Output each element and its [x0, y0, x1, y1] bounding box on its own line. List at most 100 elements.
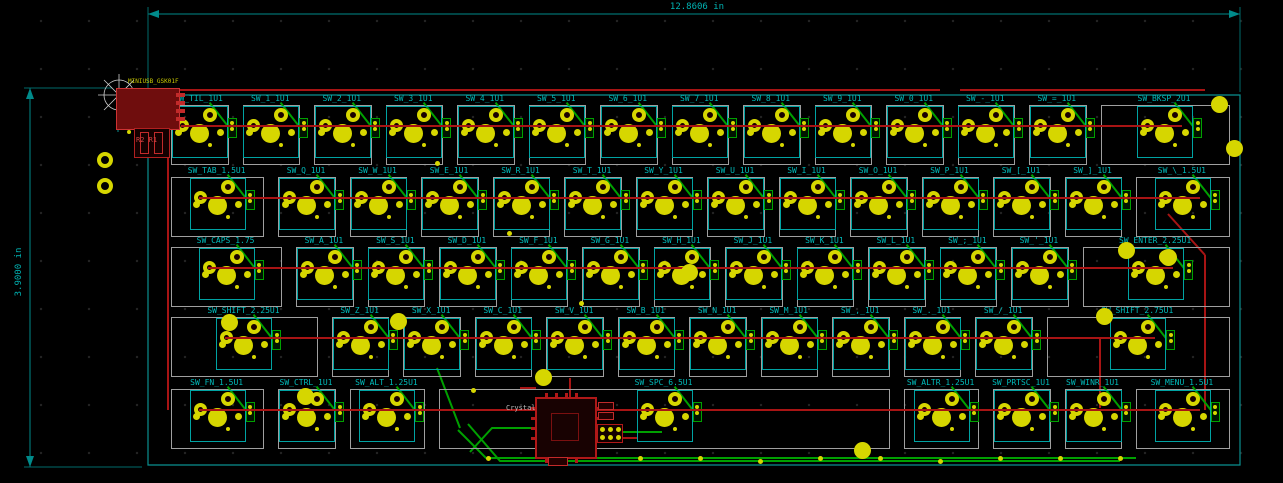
key-SW_F_1U1[interactable]: SW_F_1U1 — [503, 236, 575, 312]
switch-stab-pad — [362, 413, 369, 420]
switch-footprint — [1066, 178, 1122, 230]
key-SW_T_1U1[interactable]: SW_T_1U1 — [556, 166, 628, 242]
key-SW_ALT_1.25U1[interactable]: SW_ALT_1.25U1 — [342, 378, 431, 454]
switch-pin-pad — [721, 320, 735, 334]
key-SW_Q_1U1[interactable]: SW_Q_1U1 — [270, 166, 342, 242]
key-SW_5_1U1[interactable]: SW_5_1U1 — [521, 94, 593, 170]
key-SW_R_1U1[interactable]: SW_R_1U1 — [485, 166, 557, 242]
switch-pin-pad — [507, 320, 521, 334]
key-SW_Y_1U1[interactable]: SW_Y_1U1 — [628, 166, 700, 242]
switch-label: SW_SHIFT_2.75U1 — [1039, 306, 1236, 316]
key-SW_PRTSC_1U1[interactable]: SW_PRTSC_1U1 — [985, 378, 1057, 454]
switch-footprint — [958, 106, 1014, 158]
switch-stab-pad — [890, 129, 897, 136]
key-SW_SHIFT_2.75U1[interactable]: SW_SHIFT_2.75U1 — [1039, 306, 1236, 382]
mcu-footprint[interactable] — [535, 397, 597, 459]
key-SW_G_1U1[interactable]: SW_G_1U1 — [574, 236, 646, 312]
switch-pin-pad — [1168, 108, 1182, 122]
mounting-hole — [297, 388, 314, 405]
usb-connector-footprint[interactable] — [116, 88, 180, 130]
switch-stab-pad — [908, 341, 915, 348]
key-SW_C_1U1[interactable]: SW_C_1U1 — [467, 306, 539, 382]
key-SW_=_1U1[interactable]: SW_=_1U1 — [1021, 94, 1093, 170]
switch-stab-pad — [1033, 129, 1040, 136]
key-SW_A_1U1[interactable]: SW_A_1U1 — [288, 236, 360, 312]
switch-pin-pad — [1141, 320, 1155, 334]
switch-stab-pad — [396, 201, 403, 208]
key-SW_/_1U1[interactable]: SW_/_1U1 — [967, 306, 1039, 382]
key-SW_O_1U1[interactable]: SW_O_1U1 — [842, 166, 914, 242]
key-SW_TAB_1.5U1[interactable]: SW_TAB_1.5U1 — [163, 166, 270, 242]
key-SW_MENU_1.5U1[interactable]: SW_MENU_1.5U1 — [1128, 378, 1235, 454]
key-SW_-_1U1[interactable]: SW_-_1U1 — [950, 94, 1022, 170]
switch-footprint — [199, 248, 255, 300]
switch-label: SW_[_1U1 — [985, 166, 1057, 176]
switch-via — [726, 355, 730, 359]
key-SW_SPC_6.5U1[interactable]: SW_SPC_6.5U1 — [431, 378, 896, 454]
key-SW_]_1U1[interactable]: SW_]_1U1 — [1057, 166, 1129, 242]
key-SW_Z_1U1[interactable]: SW_Z_1U1 — [324, 306, 396, 382]
key-SW_S_1U1[interactable]: SW_S_1U1 — [360, 236, 432, 312]
switch-via — [1030, 427, 1034, 431]
key-SW_E_1U1[interactable]: SW_E_1U1 — [413, 166, 485, 242]
mounting-hole — [221, 314, 238, 331]
key-SW_._1U1[interactable]: SW_._1U1 — [896, 306, 968, 382]
key-SW_;_1U1[interactable]: SW_;_1U1 — [932, 236, 1004, 312]
switch-label: SW_O_1U1 — [842, 166, 914, 176]
pcb-editor-canvas[interactable]: 12.8606 in 3.9000 in — [0, 0, 1283, 483]
key-SW_9_1U1[interactable]: SW_9_1U1 — [807, 94, 879, 170]
key-SW_M_1U1[interactable]: SW_M_1U1 — [753, 306, 825, 382]
key-SW_K_1U1[interactable]: SW_K_1U1 — [789, 236, 861, 312]
key-SW_P_1U1[interactable]: SW_P_1U1 — [914, 166, 986, 242]
key-SW_D_1U1[interactable]: SW_D_1U1 — [431, 236, 503, 312]
switch-label: SW_4_1U1 — [449, 94, 521, 104]
key-SW_8_1U1[interactable]: SW_8_1U1 — [735, 94, 807, 170]
switch-stab-pad — [443, 271, 450, 278]
switch-label: SW_MENU_1.5U1 — [1128, 378, 1235, 388]
key-SW_2_1U1[interactable]: SW_2_1U1 — [306, 94, 378, 170]
switch-pin-pad — [1025, 392, 1039, 406]
key-SW_ALTR_1.25U1[interactable]: SW_ALTR_1.25U1 — [896, 378, 985, 454]
key-SW_7_1U1[interactable]: SW_7_1U1 — [664, 94, 736, 170]
switch-footprint — [869, 248, 925, 300]
key-SW_[_1U1[interactable]: SW_[_1U1 — [985, 166, 1057, 242]
key-SW_SHIFT_2.25U1[interactable]: SW_SHIFT_2.25U1 — [163, 306, 324, 382]
key-SW_I_1U1[interactable]: SW_I_1U1 — [771, 166, 843, 242]
key-SW_1_1U1[interactable]: SW_1_1U1 — [235, 94, 307, 170]
switch-stab-pad — [485, 271, 492, 278]
switch-stab-pad — [202, 271, 209, 278]
key-SW_U_1U1[interactable]: SW_U_1U1 — [699, 166, 771, 242]
mcu-area-label: Crystal — [506, 404, 536, 412]
key-SW_J_1U1[interactable]: SW_J_1U1 — [717, 236, 789, 312]
switch-stab-pad — [1155, 341, 1162, 348]
key-SW_L_1U1[interactable]: SW_L_1U1 — [860, 236, 932, 312]
switch-pin-pad — [1097, 180, 1111, 194]
key-SW_CAPS_1.75[interactable]: SW_CAPS_1.75 — [163, 236, 288, 312]
key-SW_FN_1.5U1[interactable]: SW_FN_1.5U1 — [163, 378, 270, 454]
key-SW_'_1U1[interactable]: SW_'_1U1 — [1003, 236, 1075, 312]
switch-pin-pad — [542, 250, 556, 264]
pin-header-footprint[interactable] — [597, 424, 623, 443]
switch-via — [1066, 143, 1070, 147]
switch-stab-pad — [360, 129, 367, 136]
key-SW_6_1U1[interactable]: SW_6_1U1 — [592, 94, 664, 170]
switch-pin-pad — [274, 108, 288, 122]
switch-footprint — [690, 318, 746, 370]
key-SW_4_1U1[interactable]: SW_4_1U1 — [449, 94, 521, 170]
key-SW_,_1U1[interactable]: SW_,_1U1 — [824, 306, 896, 382]
key-SW_WINR_1U1[interactable]: SW_WINR_1U1 — [1057, 378, 1129, 454]
switch-stab-pad — [532, 129, 539, 136]
switch-footprint — [440, 248, 496, 300]
key-SW_B_1U1[interactable]: SW_B_1U1 — [610, 306, 682, 382]
switch-footprint — [1030, 106, 1086, 158]
switch-via — [333, 285, 337, 289]
key-SW_W_1U1[interactable]: SW_W_1U1 — [342, 166, 414, 242]
key-SW_N_1U1[interactable]: SW_N_1U1 — [681, 306, 753, 382]
key-SW_3_1U1[interactable]: SW_3_1U1 — [378, 94, 450, 170]
key-SW_ENTER_2.25U1[interactable]: SW_ENTER_2.25U1 — [1075, 236, 1236, 312]
key-SW_0_1U1[interactable]: SW_0_1U1 — [878, 94, 950, 170]
switch-footprint — [458, 106, 514, 158]
key-SW_\_1.5U1[interactable]: SW_\_1.5U1 — [1128, 166, 1235, 242]
switch-footprint — [601, 106, 657, 158]
switch-label: SW_8_1U1 — [735, 94, 807, 104]
